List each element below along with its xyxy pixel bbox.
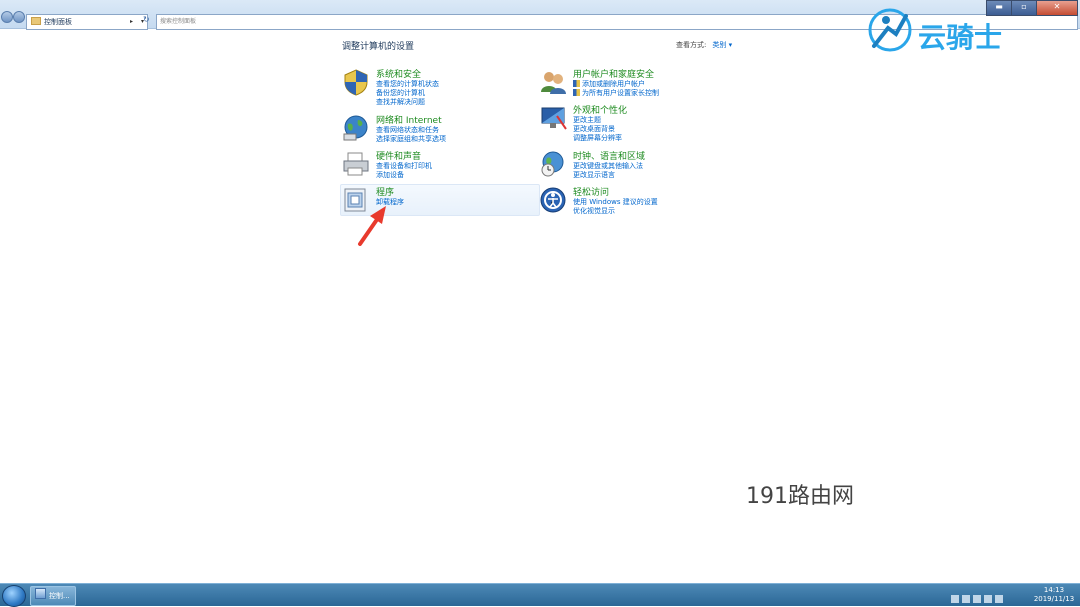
close-button[interactable]: ✕ <box>1036 0 1078 16</box>
taskbar-item-control-panel[interactable]: 控制... <box>30 586 76 606</box>
site-watermark: 191路由网 <box>746 484 854 509</box>
clock-globe-icon <box>541 151 564 177</box>
volume-icon[interactable] <box>984 595 992 603</box>
category-clock-language[interactable]: 时钟、语言和区域 更改键盘或其他输入法 更改显示语言 <box>539 150 735 180</box>
brand-logo-icon <box>868 8 912 52</box>
users-icon <box>541 72 566 94</box>
flag-icon[interactable] <box>962 595 970 603</box>
page-title: 调整计算机的设置 <box>342 42 415 52</box>
forward-button[interactable] <box>13 11 25 23</box>
category-link[interactable]: 查找并解决问题 <box>376 97 425 107</box>
shield-icon <box>573 80 580 87</box>
clock-time: 14:13 <box>1043 586 1065 594</box>
printer-icon <box>343 152 369 176</box>
monitor-icon[interactable] <box>995 595 1003 603</box>
taskbar: 控制... 14:13 2019/11/13 <box>0 583 1080 607</box>
taskbar-item-label: 控制... <box>49 592 70 600</box>
category-link[interactable]: 调整屏幕分辨率 <box>573 133 622 143</box>
refresh-icon[interactable]: ↻ <box>143 15 153 27</box>
ease-of-access-icon <box>540 187 566 213</box>
folder-icon <box>31 17 41 25</box>
keyboard-icon[interactable] <box>951 595 959 603</box>
category-ease-of-access[interactable]: 轻松访问 使用 Windows 建议的设置 优化视觉显示 <box>539 186 735 216</box>
category-link[interactable]: 添加设备 <box>376 170 404 180</box>
category-hardware-sound[interactable]: 硬件和声音 查看设备和打印机 添加设备 <box>342 150 538 180</box>
breadcrumb-arrow-icon: ▸ <box>129 18 133 25</box>
view-by-label: 查看方式: <box>676 41 707 49</box>
back-button[interactable] <box>1 11 13 23</box>
view-by-dropdown[interactable]: 类别 ▾ <box>712 41 732 49</box>
category-user-accounts[interactable]: 用户帐户和家庭安全 添加或删除用户帐户 为所有用户设置家长控制 <box>539 68 735 98</box>
address-bar[interactable]: 控制面板 ▸ ▾ <box>26 14 148 30</box>
clock[interactable]: 14:13 2019/11/13 <box>1030 586 1078 604</box>
maximize-button[interactable]: ▫ <box>1011 0 1037 16</box>
category-link[interactable]: 为所有用户设置家长控制 <box>573 88 659 98</box>
control-panel-icon <box>35 588 46 599</box>
appearance-monitor-icon <box>541 107 567 130</box>
breadcrumb[interactable]: 控制面板 <box>44 18 72 26</box>
category-link[interactable]: 更改显示语言 <box>573 170 615 180</box>
system-security-icon <box>344 69 368 96</box>
network-globe-icon <box>343 115 368 141</box>
clock-date: 2019/11/13 <box>1033 595 1075 603</box>
shield-icon <box>573 89 580 96</box>
category-system-security[interactable]: 系统和安全 查看您的计算机状态 备份您的计算机 查找并解决问题 <box>342 68 538 106</box>
system-tray[interactable] <box>948 588 1018 603</box>
category-link[interactable]: 选择家庭组和共享选项 <box>376 134 446 144</box>
brand-watermark: 云骑士 <box>918 21 1003 54</box>
annotation-arrow-icon <box>358 206 386 246</box>
category-appearance[interactable]: 外观和个性化 更改主题 更改桌面背景 调整屏幕分辨率 <box>539 104 735 142</box>
minimize-button[interactable]: ▬ <box>986 0 1012 16</box>
search-placeholder: 搜索控制面板 <box>160 18 197 25</box>
category-network-internet[interactable]: 网络和 Internet 查看网络状态和任务 选择家庭组和共享选项 <box>342 114 538 144</box>
start-button[interactable] <box>2 585 26 607</box>
network-icon[interactable] <box>973 595 981 603</box>
category-link[interactable]: 优化视觉显示 <box>573 206 615 216</box>
view-by: 查看方式: 类别 ▾ <box>676 40 732 50</box>
